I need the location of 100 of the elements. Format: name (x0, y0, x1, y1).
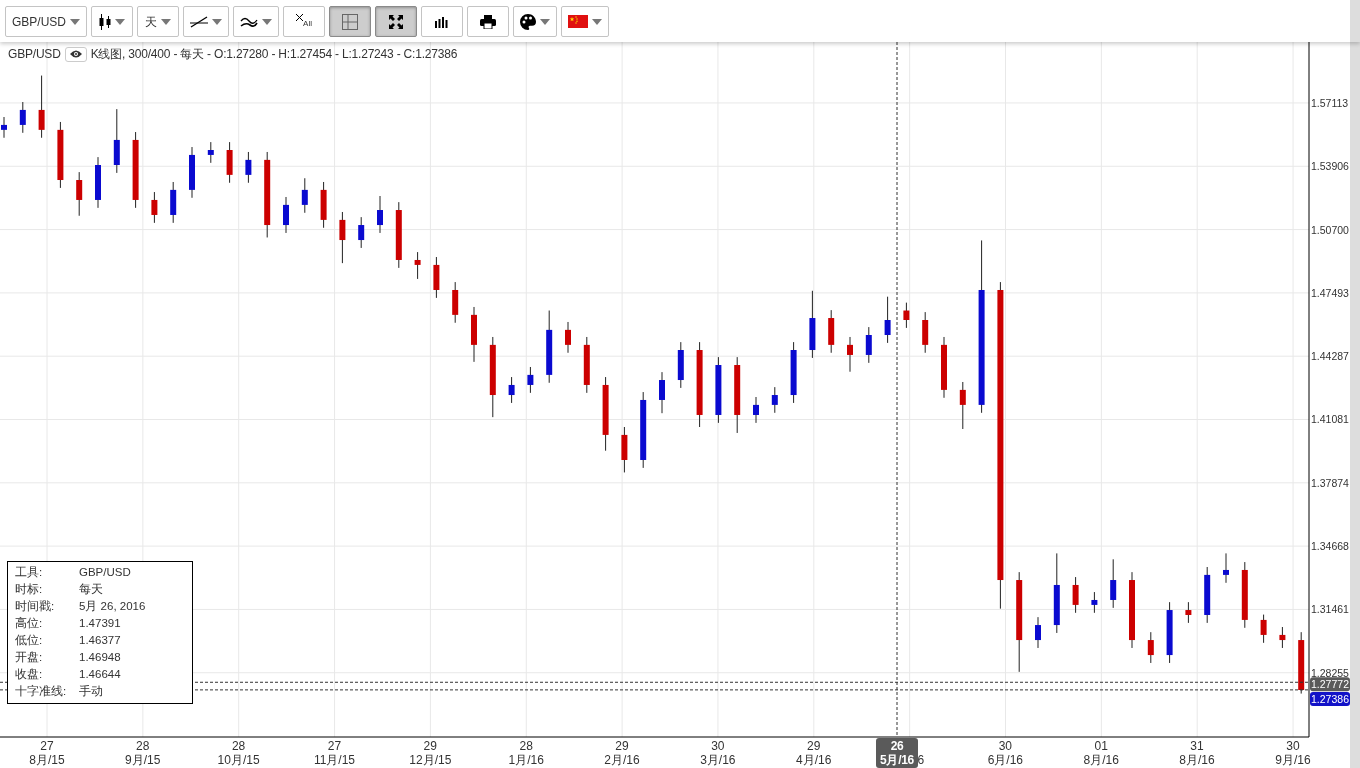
info-value: 1.46644 (79, 666, 121, 682)
candlestick (1091, 591, 1098, 614)
chart-summary: K线图, 300/400 - 每天 - O:1.27280 - H:1.27454 - L:1.27243 - C:1.27386 (90, 46, 458, 63)
candlestick (621, 426, 628, 473)
candlestick (809, 290, 816, 359)
dropdown-button[interactable]: GBP/USD (5, 6, 87, 37)
axis-label: 1.37874 (1311, 476, 1349, 489)
candlestick (865, 326, 872, 364)
axis-label: 27 (327, 739, 342, 753)
axis-label: 28 (231, 739, 246, 753)
candlestick (414, 251, 421, 280)
candlestick (395, 201, 402, 269)
candlestick (1166, 601, 1173, 664)
candlestick (1, 116, 7, 139)
info-label: 时标: (15, 581, 44, 597)
axis-label: 1.57113 (1311, 96, 1349, 109)
candlestick (1204, 566, 1211, 624)
language-button[interactable] (561, 6, 609, 37)
bar-chart-icon (435, 15, 449, 28)
candlestick (941, 336, 947, 399)
axis-label: 1.31461 (1311, 603, 1349, 616)
candlestick (508, 376, 515, 404)
axis-label: 1.28255 (1311, 666, 1349, 679)
candlestick (884, 296, 891, 344)
indicator-icon (240, 15, 258, 28)
candlestick (339, 211, 346, 264)
axis-label: 30 (1286, 739, 1300, 753)
clear-all-button[interactable]: All (283, 6, 325, 37)
axis-label: 9月/15 (125, 753, 161, 767)
candlestick (358, 216, 365, 249)
fullscreen-button[interactable] (375, 6, 417, 37)
axis-label: 30 (998, 739, 1013, 753)
info-label: 高位: (15, 615, 44, 631)
candlestick (959, 381, 966, 430)
axis-label: 29 (615, 739, 629, 753)
candlestick (113, 108, 120, 174)
candlestick (771, 386, 778, 414)
candlestick (189, 146, 195, 199)
axis-label: 29 (423, 739, 437, 753)
candlestick (226, 141, 233, 184)
theme-button[interactable] (513, 6, 557, 37)
crosshair-price-label: 1.27772 (1310, 677, 1350, 692)
flag-icon (568, 15, 588, 28)
candlestick (433, 256, 440, 299)
symbol-label: GBP/USD (8, 46, 61, 63)
candlestick (245, 151, 252, 184)
candlestick (565, 321, 571, 354)
info-value: 1.47391 (79, 615, 121, 631)
info-value: 1.46948 (79, 649, 121, 665)
axis-label: 1.34668 (1311, 540, 1349, 553)
candlestick (715, 356, 722, 424)
axis-label: 1.47493 (1311, 286, 1349, 299)
info-label: 十字准线: (15, 683, 68, 699)
candlestick (170, 181, 177, 224)
info-label: 收盘: (15, 666, 44, 682)
candlestick (1072, 576, 1079, 614)
visibility-toggle[interactable] (64, 46, 87, 62)
chart-type-button[interactable] (91, 6, 133, 37)
grid-toggle-button[interactable] (329, 6, 371, 37)
drawing-tool-button[interactable] (183, 6, 229, 37)
volume-button[interactable] (421, 6, 463, 37)
candlestick (1185, 601, 1192, 624)
info-value: 每天 (79, 581, 103, 597)
eye-icon (69, 50, 82, 58)
candlestick (19, 101, 26, 134)
candlestick (828, 309, 835, 354)
axis-label: 1.53906 (1311, 160, 1349, 173)
candlestick (753, 396, 759, 424)
candlestick (38, 75, 45, 139)
axis-label: 1.44287 (1311, 350, 1349, 363)
candlestick (527, 366, 534, 394)
info-label: 工具: (15, 564, 44, 580)
axis-label: 12月/15 (409, 753, 452, 767)
axis-label: 9月/16 (1275, 753, 1311, 767)
candlestick (1035, 616, 1041, 649)
dropdown-button[interactable]: 天 (137, 6, 179, 37)
candlestick (659, 371, 665, 414)
candlestick (95, 156, 101, 209)
axis-label: 6月/16 (987, 753, 1024, 767)
axis-label: 8月/15 (29, 753, 65, 767)
candlestick (1260, 614, 1267, 644)
candlestick (471, 306, 477, 363)
axis-label: 27 (40, 739, 54, 753)
crosshair-date-label: 26 5月/16 (876, 738, 918, 768)
axis-label: 10月/15 (217, 753, 260, 767)
candlestick (452, 281, 459, 324)
candlestick (57, 121, 64, 189)
candlestick (1241, 561, 1248, 629)
axis-label: 6 (917, 753, 925, 767)
axis-label: 01 (1094, 739, 1108, 753)
print-button[interactable] (467, 6, 509, 37)
indicator-button[interactable] (233, 6, 279, 37)
info-value: 5月 26, 2016 (79, 598, 146, 614)
candlestick (583, 336, 590, 394)
candlestick (283, 196, 289, 234)
candlestick (301, 177, 308, 214)
candlestick (320, 181, 327, 229)
candlestick (1147, 631, 1154, 664)
candlestick-icon (99, 13, 111, 30)
candlestick (1298, 631, 1305, 695)
